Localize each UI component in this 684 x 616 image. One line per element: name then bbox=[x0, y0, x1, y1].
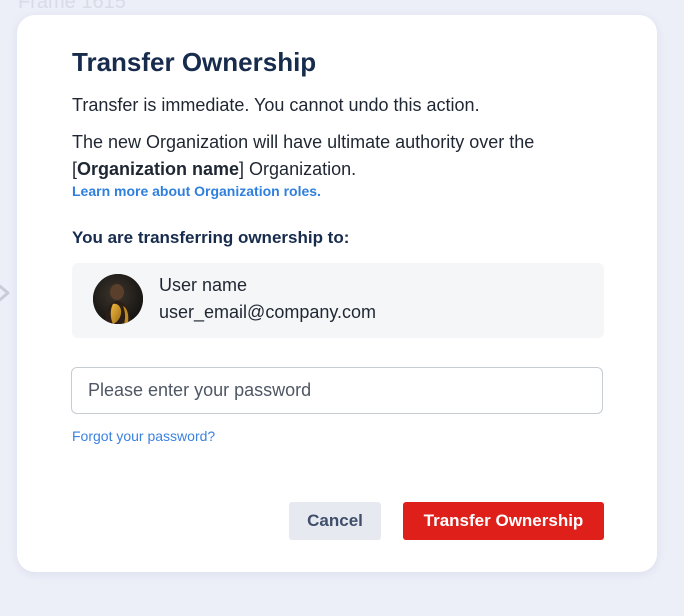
canvas: Frame 1615 Transfer Ownership Transfer i… bbox=[0, 0, 684, 616]
avatar bbox=[93, 274, 143, 324]
learn-more-link[interactable]: Learn more about Organization roles. bbox=[72, 183, 321, 199]
organization-name: Organization name bbox=[77, 159, 240, 179]
cancel-button[interactable]: Cancel bbox=[289, 502, 381, 540]
forgot-password-link[interactable]: Forgot your password? bbox=[72, 428, 215, 444]
transfer-ownership-button[interactable]: Transfer Ownership bbox=[403, 502, 604, 540]
transfer-ownership-dialog: Transfer Ownership Transfer is immediate… bbox=[17, 15, 657, 572]
frame-label: Frame 1615 bbox=[18, 0, 126, 13]
recipient-card: User name user_email@company.com bbox=[72, 263, 604, 338]
recipient-email: user_email@company.com bbox=[159, 302, 377, 322]
password-input[interactable] bbox=[71, 367, 603, 414]
transfer-to-label: You are transferring ownership to: bbox=[72, 228, 350, 247]
chevron-right-icon bbox=[0, 284, 10, 302]
dialog-title: Transfer Ownership bbox=[72, 47, 317, 77]
user-avatar-icon bbox=[93, 274, 143, 324]
authority-text: The new Organization will have ultimate … bbox=[72, 129, 612, 183]
warning-text: Transfer is immediate. You cannot undo t… bbox=[72, 95, 480, 115]
authority-text-after: ] Organization. bbox=[239, 159, 357, 179]
recipient-name: User name bbox=[159, 275, 248, 295]
